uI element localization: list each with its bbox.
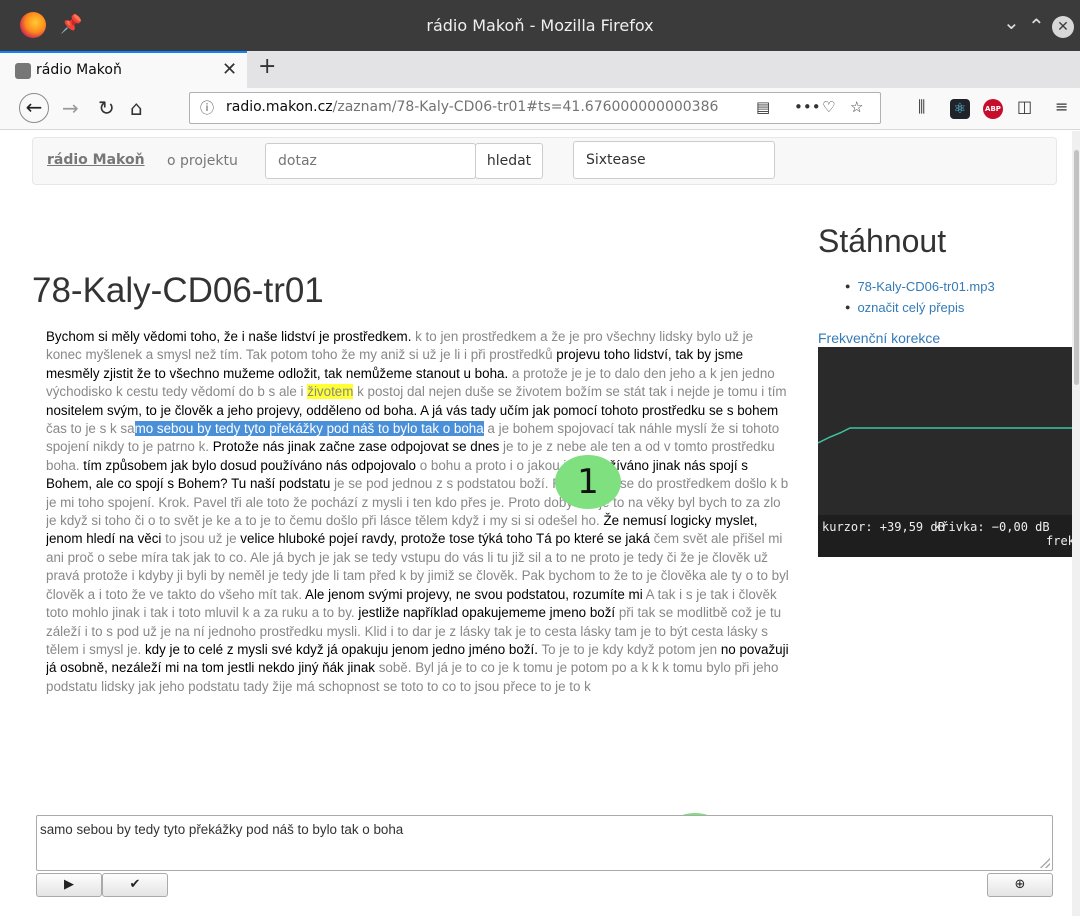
transcript-text[interactable]: Bychom si měly vědomi toho, že i naše li… — [46, 328, 792, 798]
url-bar[interactable]: ⓘ radio.makon.cz/zaznam/78-Kaly-CD06-tr0… — [189, 92, 881, 124]
more-icon[interactable]: ••• — [794, 98, 821, 116]
transcript-segment[interactable]: životem — [307, 384, 354, 400]
tab-label: rádio Makoň — [36, 62, 122, 78]
new-tab-icon[interactable]: + — [258, 54, 276, 79]
transcript-segment[interactable]: tím způsobem jak bylo dosud používáno ná… — [80, 458, 416, 473]
reload-icon[interactable]: ↻ — [98, 96, 115, 120]
transcript-segment[interactable]: mo sebou by tedy tyto překážky pod náš t… — [134, 421, 484, 437]
annotation-badge-1: 1 — [555, 455, 621, 509]
menu-icon[interactable]: ≡ — [1055, 97, 1068, 116]
transcript-segment[interactable]: čas to je s k sa — [46, 421, 135, 436]
site-favicon-icon — [15, 63, 31, 79]
download-list: 78-Kaly-CD06-tr01.mp3 označit celý přepi… — [845, 277, 995, 319]
transcript-segment[interactable]: Protože nás jinak začne zase odpojovat s… — [209, 439, 500, 454]
filter-input[interactable]: Sixtease — [573, 141, 775, 179]
select-transcript-link[interactable]: označit celý přepis — [845, 298, 995, 319]
back-icon[interactable]: ← — [19, 93, 49, 123]
sidebar-icon[interactable]: ◫ — [1017, 97, 1032, 116]
transcript-segment[interactable]: k postoj dal nejen duše se životem božím… — [353, 384, 786, 399]
forward-icon[interactable]: → — [62, 96, 79, 120]
tab-radio-makon[interactable]: rádio Makoň ✕ — [0, 51, 247, 88]
eq-curve-graph[interactable] — [818, 347, 1076, 515]
window-title: rádio Makoň - Mozilla Firefox — [426, 16, 654, 35]
transcript-segment[interactable]: To je to je kdy když potom jen — [538, 642, 717, 657]
info-icon[interactable]: ⓘ — [200, 98, 214, 118]
site-brand-link[interactable]: rádio Makoň — [47, 152, 145, 168]
transcript-segment[interactable]: kdy je to celé z mysli své když já opaku… — [141, 642, 538, 657]
transcript-segment[interactable]: to jsou už je — [161, 531, 236, 546]
close-icon[interactable]: ✕ — [1052, 16, 1074, 38]
nav-bar: ← → ↻ ⌂ ⓘ radio.makon.cz/zaznam/78-Kaly-… — [0, 88, 1080, 130]
about-link[interactable]: o projektu — [167, 153, 238, 169]
play-button[interactable]: ▶ — [36, 873, 102, 897]
resize-handle-icon[interactable] — [1040, 858, 1050, 868]
eq-title: Frekvenční korekce — [818, 330, 941, 346]
mp3-download-link[interactable]: 78-Kaly-CD06-tr01.mp3 — [845, 277, 994, 298]
pocket-icon[interactable]: ♡ — [822, 98, 835, 116]
bookmark-star-icon[interactable]: ☆ — [850, 98, 863, 116]
confirm-button[interactable]: ✔ — [102, 873, 168, 897]
reader-icon[interactable]: ▤ — [756, 98, 770, 116]
site-navbar: rádio Makoň o projektu hledat Sixtease — [32, 137, 1057, 185]
eq-readout: kurzor: +39,59 dB křivka: −0,00 dB frekv — [818, 515, 1076, 557]
page-title: 78-Kaly-CD06-tr01 — [32, 271, 324, 310]
search-button[interactable]: hledat — [475, 143, 543, 179]
tab-close-icon[interactable]: ✕ — [222, 59, 237, 80]
react-icon[interactable]: ⚛ — [950, 99, 970, 119]
abp-icon[interactable]: ABP — [983, 99, 1003, 119]
window-titlebar: 📌 rádio Makoň - Mozilla Firefox ⌄ ⌃ ✕ — [0, 0, 1080, 51]
editor-text[interactable]: samo sebou by tedy tyto překážky pod náš… — [40, 822, 403, 837]
download-button[interactable]: ⊕ — [987, 873, 1053, 897]
transcript-editor[interactable]: samo sebou by tedy tyto překážky pod náš… — [36, 815, 1053, 871]
home-icon[interactable]: ⌂ — [130, 96, 143, 120]
eq-curve — [818, 427, 1076, 444]
transcript-segment[interactable]: velice hluboké pojeí ravdy, protože tose… — [237, 531, 650, 546]
page-scrollbar-thumb[interactable] — [1074, 150, 1079, 385]
transcript-segment[interactable]: jestliže například opakujememe jmeno bož… — [355, 605, 615, 620]
search-input[interactable] — [265, 143, 476, 179]
tab-bar: rádio Makoň ✕ + — [0, 51, 1080, 88]
chevron-down-icon[interactable]: ⌄ — [1003, 10, 1020, 34]
eq-curve-readout: křivka: −0,00 dB — [934, 520, 1050, 534]
equalizer-panel[interactable]: kurzor: +39,59 dB křivka: −0,00 dB frekv — [818, 347, 1076, 557]
eq-cursor-readout: kurzor: +39,59 dB — [822, 520, 945, 534]
transcript-segment[interactable]: Bychom si měly vědomi toho, že i naše li… — [46, 329, 411, 344]
transcript-segment[interactable]: nositelem svým, to je člověk a jeho proj… — [46, 403, 778, 418]
transcript-segment[interactable]: Ale jenom svými projevy, ne svou podstat… — [302, 587, 643, 602]
library-icon[interactable]: ⫼ — [918, 97, 925, 117]
page-content: rádio Makoň o projektu hledat Sixtease 7… — [0, 131, 1076, 916]
url-text[interactable]: radio.makon.cz/zaznam/78-Kaly-CD06-tr01#… — [226, 99, 718, 115]
download-heading: Stáhnout — [818, 223, 947, 259]
chevron-up-icon[interactable]: ⌃ — [1028, 14, 1045, 38]
